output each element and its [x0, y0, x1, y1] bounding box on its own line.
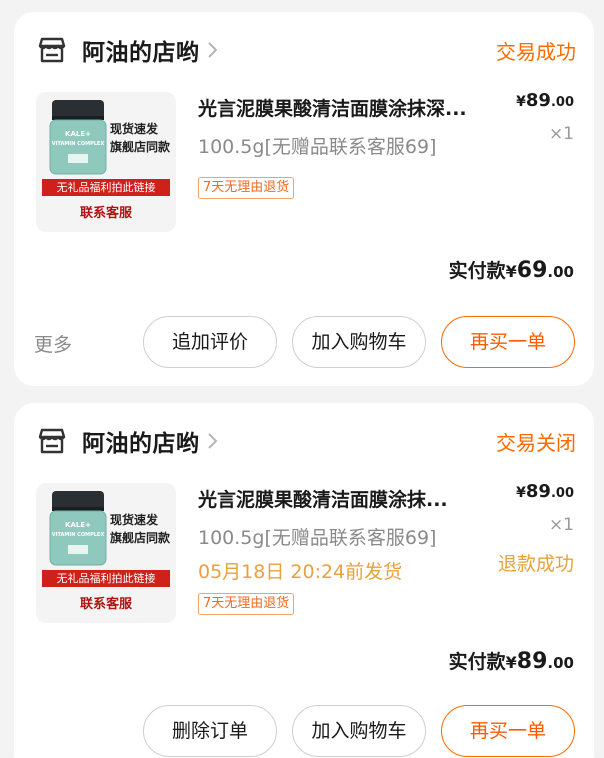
add-to-cart-button[interactable]: 加入购物车	[292, 705, 426, 757]
price-integer: 89	[525, 90, 551, 111]
shipping-deadline: 05月18日 20:24前发货	[198, 561, 403, 583]
product-spec: 100.5g[无赠品联系客服69]	[198, 527, 437, 549]
order-status: 交易成功	[496, 40, 576, 64]
paid-total-decimal: .00	[547, 263, 574, 281]
jar-icon: KALE+ VITAMIN COMPLEX	[49, 100, 107, 175]
shop-link[interactable]: 阿油的店哟	[36, 425, 220, 457]
service-tag: 7天无理由退货	[198, 177, 295, 199]
shop-icon	[38, 428, 66, 454]
shop-name: 阿油的店哟	[82, 431, 200, 457]
paid-total-label: 实付款	[448, 651, 506, 673]
jar-label: KALE+	[65, 130, 91, 138]
quantity: ×1	[548, 124, 574, 144]
more-button[interactable]: 更多	[34, 330, 72, 357]
thumbnail-promo-line: 现货速发	[110, 513, 159, 527]
product-title[interactable]: 光言泥膜果酸清洁面膜涂抹深...	[198, 94, 504, 121]
thumbnail-contact-label: 联系客服	[79, 597, 132, 612]
thumbnail-promo-bar: 无礼品福利拍此链接	[42, 179, 170, 196]
service-tag: 7天无理由退货	[198, 593, 295, 615]
paid-total: 实付款¥69.00	[449, 256, 574, 283]
price-currency: ¥	[516, 94, 526, 110]
add-review-button[interactable]: 追加评价	[143, 316, 277, 368]
jar-label: KALE+	[65, 521, 91, 529]
delete-order-button[interactable]: 删除订单	[143, 705, 277, 757]
paid-total-decimal: .00	[547, 654, 574, 672]
chevron-right-icon	[207, 433, 217, 449]
order-card[interactable]: 阿油的店哟 交易成功 KALE+ VITAMIN COMPLEX 现货速发 旗舰…	[14, 12, 594, 386]
paid-total: 实付款¥89.00	[449, 647, 574, 674]
product-spec: 100.5g[无赠品联系客服69]	[198, 136, 437, 158]
buy-again-button[interactable]: 再买一单	[441, 705, 575, 757]
jar-sublabel: VITAMIN COMPLEX	[52, 141, 105, 147]
price-decimal: .00	[550, 486, 574, 501]
paid-total-currency: ¥	[505, 262, 517, 281]
shop-link[interactable]: 阿油的店哟	[36, 34, 220, 66]
product-title[interactable]: 光言泥膜果酸清洁面膜涂抹...	[198, 485, 504, 512]
thumbnail-promo: 现货速发 旗舰店同款	[110, 120, 172, 156]
product-thumbnail[interactable]: KALE+ VITAMIN COMPLEX 现货速发 旗舰店同款 无礼品福利拍此…	[36, 92, 176, 232]
price-integer: 89	[525, 481, 551, 502]
order-list: 阿油的店哟 交易成功 KALE+ VITAMIN COMPLEX 现货速发 旗舰…	[0, 0, 604, 758]
order-status: 交易关闭	[496, 431, 576, 455]
thumbnail-promo-line: 旗舰店同款	[110, 531, 171, 545]
add-to-cart-button[interactable]: 加入购物车	[292, 316, 426, 368]
price-decimal: .00	[550, 95, 574, 110]
shop-icon	[38, 37, 66, 63]
paid-total-label: 实付款	[448, 260, 506, 282]
refund-status[interactable]: 退款成功	[498, 549, 574, 576]
thumbnail-promo: 现货速发 旗舰店同款	[110, 511, 172, 547]
buy-again-button[interactable]: 再买一单	[441, 316, 575, 368]
shop-name: 阿油的店哟	[82, 40, 200, 66]
product-thumbnail[interactable]: KALE+ VITAMIN COMPLEX 现货速发 旗舰店同款 无礼品福利拍此…	[36, 483, 176, 623]
thumbnail-contact-label: 联系客服	[79, 206, 132, 221]
jar-sublabel: VITAMIN COMPLEX	[52, 532, 105, 538]
thumbnail-promo-line: 旗舰店同款	[110, 140, 171, 154]
paid-total-currency: ¥	[505, 653, 517, 672]
paid-total-integer: 69	[516, 258, 548, 283]
chevron-right-icon	[207, 42, 217, 58]
unit-price: ¥89.00	[516, 481, 574, 502]
quantity: ×1	[548, 515, 574, 535]
unit-price: ¥89.00	[516, 90, 574, 111]
order-card[interactable]: 阿油的店哟 交易关闭 KALE+ VITAMIN COMPLEX 现货速发 旗舰…	[14, 403, 594, 758]
paid-total-integer: 89	[516, 649, 548, 674]
thumbnail-promo-bar: 无礼品福利拍此链接	[42, 570, 170, 587]
price-currency: ¥	[516, 485, 526, 501]
thumbnail-promo-line: 现货速发	[110, 122, 159, 136]
jar-icon: KALE+ VITAMIN COMPLEX	[49, 491, 107, 566]
